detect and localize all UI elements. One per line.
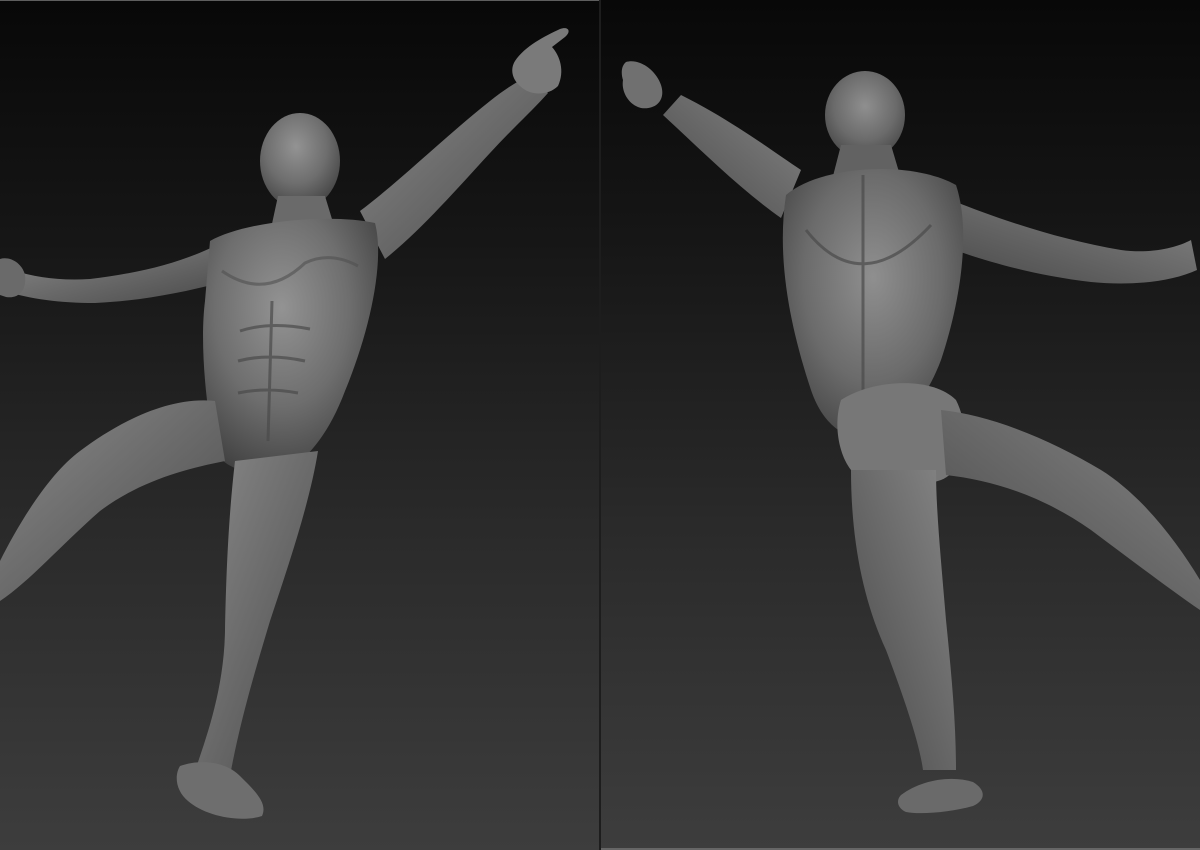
kicking-leg bbox=[941, 410, 1200, 610]
raised-arm bbox=[360, 75, 548, 259]
raised-arm bbox=[663, 95, 801, 218]
back-sculpt-figure bbox=[621, 61, 1200, 814]
raised-hand bbox=[512, 28, 569, 94]
head bbox=[260, 113, 340, 209]
standing-foot bbox=[176, 762, 264, 819]
extended-arm bbox=[5, 246, 220, 303]
standing-leg bbox=[195, 451, 318, 776]
front-sculpt-figure bbox=[0, 28, 569, 819]
back-viewport[interactable] bbox=[601, 0, 1200, 850]
raised-fist bbox=[621, 61, 663, 109]
torso bbox=[203, 218, 379, 474]
left-hand bbox=[0, 258, 26, 298]
kicking-leg bbox=[0, 400, 225, 601]
extended-arm bbox=[941, 200, 1197, 284]
standing-foot bbox=[898, 778, 983, 814]
sculpt-canvas[interactable] bbox=[0, 0, 1200, 850]
front-viewport[interactable] bbox=[0, 0, 599, 850]
standing-leg bbox=[851, 470, 956, 770]
